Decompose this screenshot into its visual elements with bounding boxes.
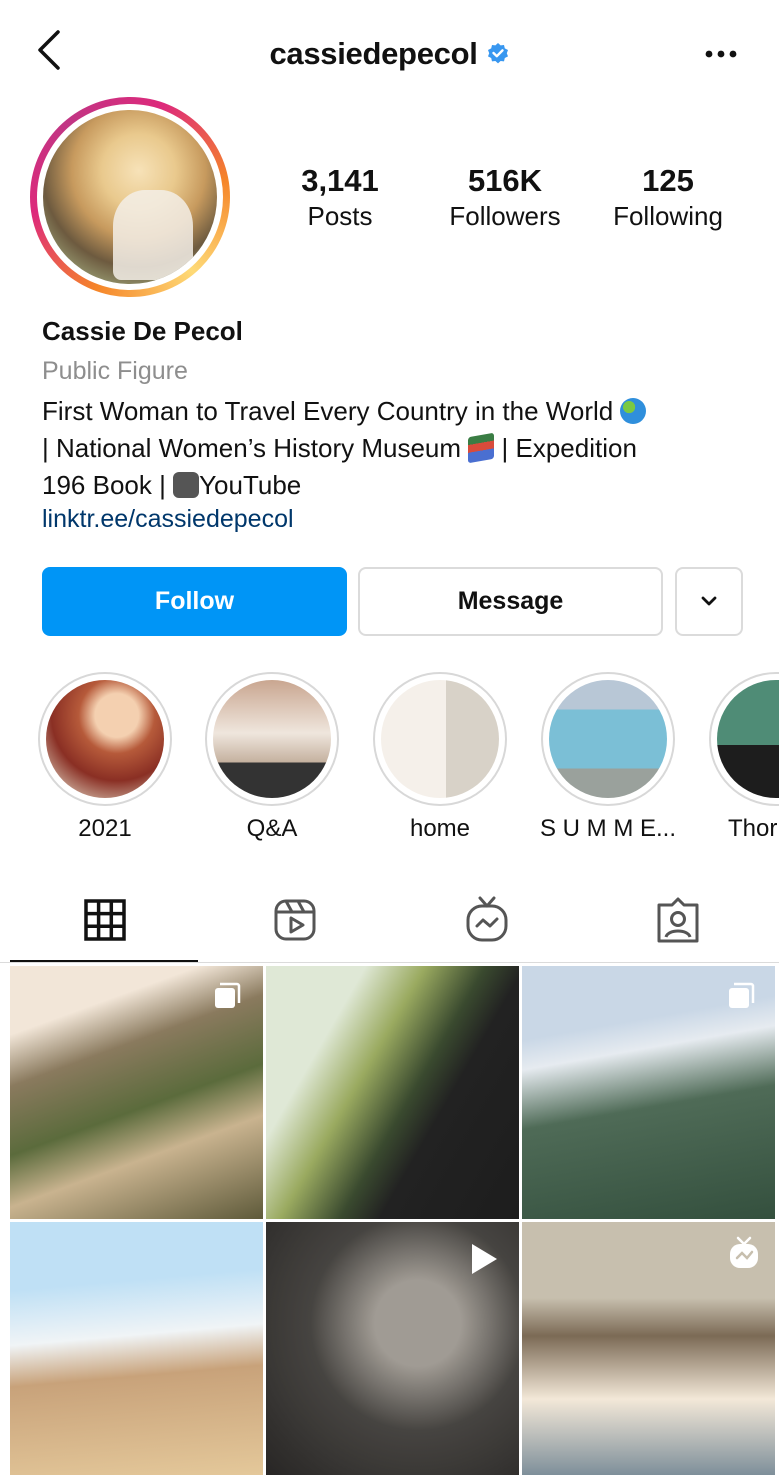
message-button[interactable]: Message	[358, 567, 663, 636]
followers-count: 516K	[467, 163, 543, 198]
tab-posts-grid[interactable]	[80, 895, 130, 945]
grid-post[interactable]	[10, 966, 263, 1219]
more-horizontal-icon	[705, 50, 737, 58]
bio-line: | Expedition	[501, 433, 637, 463]
username: cassiedepecol	[269, 36, 478, 71]
posts-count: 3,141	[301, 163, 379, 198]
verified-badge-icon	[487, 43, 508, 64]
avatar[interactable]	[30, 97, 230, 297]
video-play-icon	[472, 1244, 497, 1274]
followers-label: Followers	[449, 201, 561, 231]
igtv-icon	[730, 1236, 758, 1268]
following-label: Following	[613, 201, 723, 231]
bio-line: First Woman to Travel Every Country in t…	[42, 396, 614, 426]
bio-line: YouTube	[199, 470, 302, 500]
tab-divider	[0, 962, 779, 963]
highlight-thumbnail	[46, 680, 164, 798]
grid-post[interactable]	[266, 1222, 519, 1475]
bio-line: | National Women’s History Museum	[42, 433, 462, 463]
suggested-accounts-button[interactable]	[675, 567, 743, 636]
chevron-down-icon	[701, 596, 717, 605]
carousel-icon	[729, 982, 755, 1008]
follow-button[interactable]: Follow	[42, 567, 347, 636]
posts-label: Posts	[307, 201, 373, 231]
grid-post[interactable]	[522, 966, 775, 1219]
grid-post[interactable]	[10, 1222, 263, 1475]
highlight-label: 2021	[78, 815, 132, 842]
highlight-label: S U M M E...	[539, 815, 676, 842]
film-camera-emoji-icon	[173, 472, 200, 498]
profile-category: Public Figure	[42, 357, 188, 385]
posts-stat[interactable]: 3,141 Posts	[290, 163, 390, 232]
tagged-icon	[657, 897, 699, 943]
highlight-label: Q&A	[246, 815, 298, 842]
grid-post[interactable]	[266, 966, 519, 1219]
more-options-button[interactable]	[700, 36, 744, 72]
bio-line: 196 Book |	[42, 470, 166, 500]
story-highlight[interactable]	[541, 672, 675, 806]
tab-reels[interactable]	[270, 895, 320, 945]
highlight-thumbnail	[213, 680, 331, 798]
grid-post[interactable]	[522, 1222, 775, 1475]
highlight-thumbnail	[381, 680, 499, 798]
highlight-label: Thor	[728, 815, 778, 842]
igtv-icon	[466, 896, 508, 942]
profile-bio: First Woman to Travel Every Country in t…	[42, 393, 752, 504]
active-tab-indicator	[10, 960, 198, 962]
profile-header: cassiedepecol	[0, 36, 779, 72]
profile-link[interactable]: linktr.ee/cassiedepecol	[42, 505, 294, 534]
globe-emoji-icon	[620, 398, 647, 424]
highlight-label: home	[409, 815, 471, 842]
books-emoji-icon	[468, 432, 495, 464]
followers-stat[interactable]: 516K Followers	[430, 163, 580, 232]
carousel-icon	[215, 982, 241, 1008]
following-stat[interactable]: 125 Following	[598, 163, 738, 232]
avatar-image	[43, 110, 217, 284]
story-highlight[interactable]	[38, 672, 172, 806]
tab-tagged[interactable]	[653, 895, 703, 945]
reels-icon	[274, 899, 316, 941]
highlight-thumbnail	[717, 680, 779, 798]
story-highlight[interactable]	[709, 672, 779, 806]
profile-name: Cassie De Pecol	[42, 316, 243, 346]
story-highlight[interactable]	[205, 672, 339, 806]
highlight-thumbnail	[549, 680, 667, 798]
following-count: 125	[642, 163, 694, 198]
grid-icon	[84, 899, 126, 941]
tab-igtv[interactable]	[462, 895, 512, 945]
story-highlight[interactable]	[373, 672, 507, 806]
